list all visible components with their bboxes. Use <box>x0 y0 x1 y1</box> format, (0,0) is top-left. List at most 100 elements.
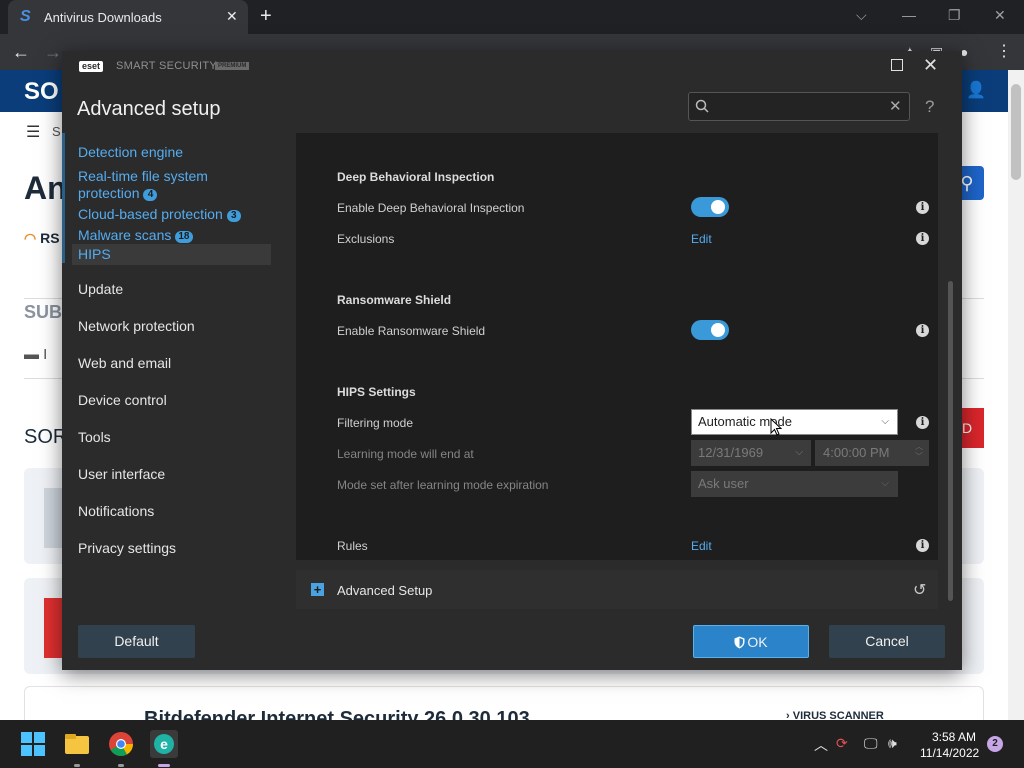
sidebar-item-cloud-protection[interactable]: Cloud-based protection 3 <box>78 206 241 223</box>
toggle-knob <box>711 323 725 337</box>
sidebar-item-device-control[interactable]: Device control <box>78 392 167 409</box>
clock-date[interactable]: 11/14/2022 <box>920 746 979 760</box>
sidebar-item-detection-engine[interactable]: Detection engine <box>78 144 183 161</box>
settings-content: Deep Behavioral Inspection Enable Deep B… <box>296 133 938 560</box>
network-icon[interactable]: 🖵 <box>864 735 878 752</box>
chevron-down-icon: ⌵ <box>881 416 889 427</box>
count-badge: 18 <box>175 231 193 243</box>
minimize-icon[interactable]: — <box>902 7 916 23</box>
chevron-down-icon: ⌵ <box>795 447 803 458</box>
svg-text:e: e <box>160 736 168 752</box>
back-icon[interactable]: ← <box>12 42 30 62</box>
chevron-right-icon: › <box>786 710 793 720</box>
browser-tab[interactable]: S Antivirus Downloads ✕ <box>8 0 248 34</box>
tray-chevron-icon[interactable]: ︿ <box>814 735 828 755</box>
scrollbar-thumb[interactable] <box>1011 84 1021 180</box>
count-badge: 4 <box>143 189 158 201</box>
user-icon[interactable]: 👤 <box>966 80 992 102</box>
category-label[interactable]: › VIRUS SCANNER <box>786 710 884 720</box>
window-close-icon[interactable]: ✕ <box>994 7 1006 24</box>
exclusions-label: Exclusions <box>337 232 395 246</box>
hamburger-icon[interactable]: ☰ <box>26 122 40 142</box>
new-tab-icon[interactable]: + <box>260 5 272 28</box>
sidebar-item-notifications[interactable]: Notifications <box>78 503 154 520</box>
reset-icon[interactable]: ↺ <box>913 580 926 600</box>
maximize-icon[interactable] <box>891 59 903 71</box>
spin-arrows-icon[interactable]: ︿ ﹀ <box>915 442 923 462</box>
menu-text: S <box>52 124 61 139</box>
rules-edit-link[interactable]: Edit <box>691 539 712 553</box>
tab-search-icon[interactable]: ⌵ <box>856 7 867 24</box>
default-button[interactable]: Default <box>78 625 195 658</box>
notification-badge[interactable]: 2 <box>987 736 1003 752</box>
sidebar-item-web-and-email[interactable]: Web and email <box>78 355 171 372</box>
product-title[interactable]: Bitdefender Internet Security 26.0.30.10… <box>144 708 530 720</box>
browser-tabbar: S Antivirus Downloads ✕ + ⌵ — ❐ ✕ <box>0 0 1024 34</box>
clock-time[interactable]: 3:58 AM <box>932 730 976 744</box>
clear-search-icon[interactable]: ✕ <box>889 97 902 115</box>
dialog-titlebar[interactable]: eset SMART SECURITY PREMIUM ✕ <box>62 51 962 81</box>
filtering-mode-select[interactable]: Automatic mode ⌵ <box>691 409 898 435</box>
file-explorer-icon[interactable] <box>63 730 91 758</box>
dialog-close-icon[interactable]: ✕ <box>923 55 938 75</box>
eset-app-icon[interactable]: e <box>150 730 178 758</box>
dbi-enable-toggle[interactable] <box>691 197 729 217</box>
chrome-icon[interactable] <box>107 730 135 758</box>
page-scrollbar[interactable] <box>1008 70 1024 720</box>
rss-icon: ◠ <box>24 230 41 246</box>
learning-time-stepper[interactable]: 4:00:00 PM ︿ ﹀ <box>815 440 929 466</box>
toggle-knob <box>711 200 725 214</box>
expiration-mode-select[interactable]: Ask user ⌵ <box>691 471 898 497</box>
sidebar-item-hips[interactable]: HIPS <box>72 244 271 265</box>
sidebar-item-update[interactable]: Update <box>78 281 123 298</box>
app-running-indicator <box>118 764 124 767</box>
volume-icon[interactable]: 🕪 <box>888 735 897 752</box>
content-scrollbar[interactable] <box>948 281 953 601</box>
count-badge: 3 <box>226 210 241 222</box>
search-icon <box>695 99 709 113</box>
chevron-down-icon: ⌵ <box>881 478 889 489</box>
ransomware-enable-toggle[interactable] <box>691 320 729 340</box>
app-running-indicator <box>74 764 80 767</box>
forward-icon[interactable]: → <box>44 42 62 62</box>
settings-sidebar: Detection engine Real-time file system p… <box>62 133 282 573</box>
sidebar-item-user-interface[interactable]: User interface <box>78 466 165 483</box>
sidebar-item-malware-scans[interactable]: Malware scans 18 <box>78 227 193 244</box>
settings-search-input[interactable]: ✕ <box>688 92 910 121</box>
folder-icon: ▬ <box>24 346 44 363</box>
learning-date-picker[interactable]: 12/31/1969 ⌵ <box>691 440 811 466</box>
site-logo[interactable]: SO <box>24 78 59 106</box>
update-icon[interactable]: ⟳ <box>836 735 848 752</box>
info-icon[interactable]: i <box>916 416 929 429</box>
advanced-setup-dialog: eset SMART SECURITY PREMIUM ✕ Advanced s… <box>62 51 962 670</box>
sidebar-item-realtime-protection[interactable]: Real-time file system protection 4 <box>78 168 208 202</box>
help-icon[interactable]: ? <box>925 97 934 117</box>
page-heading: An <box>24 170 67 206</box>
exclusions-edit-link[interactable]: Edit <box>691 232 712 246</box>
folder-row[interactable]: ▬ I <box>24 346 47 363</box>
eset-logo: eset <box>79 61 104 72</box>
tab-close-icon[interactable]: ✕ <box>226 8 238 25</box>
app-active-indicator <box>158 764 170 767</box>
info-icon[interactable]: i <box>916 201 929 214</box>
sort-label: SOR <box>24 426 68 448</box>
subheading: SUB <box>24 302 63 322</box>
info-icon[interactable]: i <box>916 232 929 245</box>
advanced-setup-bar[interactable]: + Advanced Setup ↺ <box>296 570 938 609</box>
plus-icon: + <box>311 583 324 596</box>
rss-link[interactable]: ◠ RS <box>24 230 60 247</box>
sidebar-item-tools[interactable]: Tools <box>78 429 111 446</box>
restore-icon[interactable]: ❐ <box>948 7 961 24</box>
info-icon[interactable]: i <box>916 324 929 337</box>
windows-start-icon[interactable] <box>19 730 47 758</box>
cancel-button[interactable]: Cancel <box>829 625 945 658</box>
section-title-dbi: Deep Behavioral Inspection <box>337 170 495 184</box>
section-title-hips: HIPS Settings <box>337 385 416 399</box>
rules-label: Rules <box>337 539 368 553</box>
sidebar-item-network-protection[interactable]: Network protection <box>78 318 195 335</box>
menu-icon[interactable]: ⋮ <box>996 42 1012 62</box>
info-icon[interactable]: i <box>916 539 929 552</box>
sidebar-item-privacy-settings[interactable]: Privacy settings <box>78 540 176 557</box>
mouse-cursor-icon <box>770 418 782 436</box>
ok-button[interactable]: OK <box>693 625 809 658</box>
